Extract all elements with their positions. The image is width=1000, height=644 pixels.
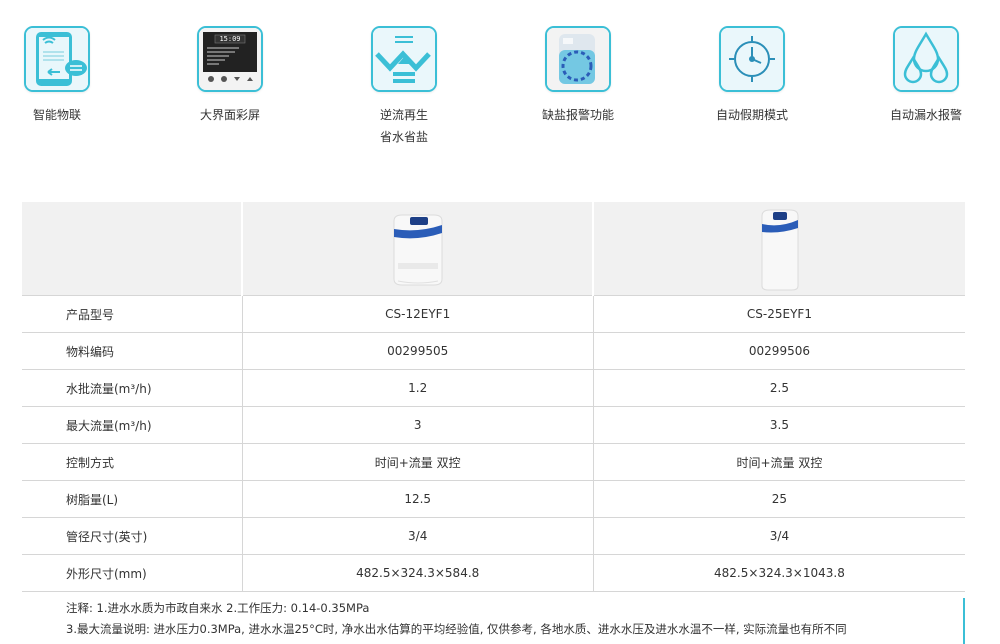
row-value: 时间+流量 双控 xyxy=(241,443,594,481)
row-value: CS-12EYF1 xyxy=(241,295,594,333)
salt-alarm-icon xyxy=(545,26,611,92)
row-value: 2.5 xyxy=(592,369,965,407)
table-row: 树脂量(L) 12.5 25 xyxy=(22,480,965,518)
row-value: 3/4 xyxy=(241,517,594,555)
feature-holiday-mode: 自动假期模式 xyxy=(697,26,807,126)
holiday-mode-icon xyxy=(719,26,785,92)
feature-label: 智能物联 xyxy=(32,108,81,122)
screen-time: 15:09 xyxy=(219,35,241,43)
feature-salt-alarm: 缺盐报警功能 xyxy=(523,26,633,126)
feature-counterflow: 逆流再生 省水省盐 xyxy=(349,26,459,148)
row-value: 3.5 xyxy=(592,406,965,444)
row-label: 物料编码 xyxy=(22,332,242,370)
feature-smart-iot: 智能物联 xyxy=(2,26,112,126)
row-value: 1.2 xyxy=(241,369,594,407)
footnote-line: 3.最大流量说明: 进水压力0.3MPa, 进水水温25°C时, 净水出水估算的… xyxy=(66,622,847,636)
row-value: 12.5 xyxy=(241,480,594,518)
feature-label: 逆流再生 省水省盐 xyxy=(379,108,428,144)
softener-small-image xyxy=(393,214,443,285)
image-row-blank xyxy=(22,202,242,296)
spec-table: 产品型号 CS-12EYF1 CS-25EYF1 物料编码 00299505 0… xyxy=(22,202,965,592)
product-image-row xyxy=(22,202,965,296)
table-row: 物料编码 00299505 00299506 xyxy=(22,332,965,370)
product-image-cs-25eyf1-cell xyxy=(592,202,965,296)
feature-leak-alarm: 自动漏水报警 xyxy=(871,26,981,126)
table-row: 产品型号 CS-12EYF1 CS-25EYF1 xyxy=(22,295,965,333)
row-value: 482.5×324.3×584.8 xyxy=(241,554,594,592)
feature-color-screen: 15:09 大界面彩屏 xyxy=(175,26,285,126)
table-row: 控制方式 时间+流量 双控 时间+流量 双控 xyxy=(22,443,965,481)
counterflow-icon xyxy=(371,26,437,92)
feature-label: 自动漏水报警 xyxy=(889,108,962,122)
table-row: 外形尺寸(mm) 482.5×324.3×584.8 482.5×324.3×1… xyxy=(22,554,965,592)
row-value: CS-25EYF1 xyxy=(592,295,965,333)
row-value: 482.5×324.3×1043.8 xyxy=(592,554,965,592)
table-row: 最大流量(m³/h) 3 3.5 xyxy=(22,406,965,444)
row-value: 时间+流量 双控 xyxy=(592,443,965,481)
row-label: 管径尺寸(英寸) xyxy=(22,517,242,555)
accent-divider xyxy=(963,598,965,644)
row-value: 00299506 xyxy=(592,332,965,370)
row-value: 3/4 xyxy=(592,517,965,555)
row-label: 外形尺寸(mm) xyxy=(22,554,242,592)
row-label: 树脂量(L) xyxy=(22,480,242,518)
row-label: 水批流量(m³/h) xyxy=(22,369,242,407)
footnote-line: 注释: 1.进水水质为市政自来水 2.工作压力: 0.14-0.35MPa xyxy=(66,601,370,615)
row-label: 最大流量(m³/h) xyxy=(22,406,242,444)
table-row: 水批流量(m³/h) 1.2 2.5 xyxy=(22,369,965,407)
softener-tall-image xyxy=(761,209,799,290)
leak-alarm-icon xyxy=(893,26,959,92)
feature-label: 大界面彩屏 xyxy=(199,108,260,122)
row-value: 00299505 xyxy=(241,332,594,370)
feature-strip: 智能物联 15:09 大界面彩屏 逆流再生 省水省盐 缺盐报警功能 自动假期模式… xyxy=(0,0,1000,160)
table-row: 管径尺寸(英寸) 3/4 3/4 xyxy=(22,517,965,555)
smart-iot-icon xyxy=(24,26,90,92)
row-label: 控制方式 xyxy=(22,443,242,481)
row-value: 3 xyxy=(241,406,594,444)
color-screen-icon: 15:09 xyxy=(197,26,263,92)
row-value: 25 xyxy=(592,480,965,518)
product-image-cs-12eyf1-cell xyxy=(240,202,594,296)
feature-label: 缺盐报警功能 xyxy=(541,108,614,122)
row-label: 产品型号 xyxy=(22,295,242,333)
footnotes: 注释: 1.进水水质为市政自来水 2.工作压力: 0.14-0.35MPa 3.… xyxy=(66,598,966,640)
feature-label: 自动假期模式 xyxy=(715,108,788,122)
